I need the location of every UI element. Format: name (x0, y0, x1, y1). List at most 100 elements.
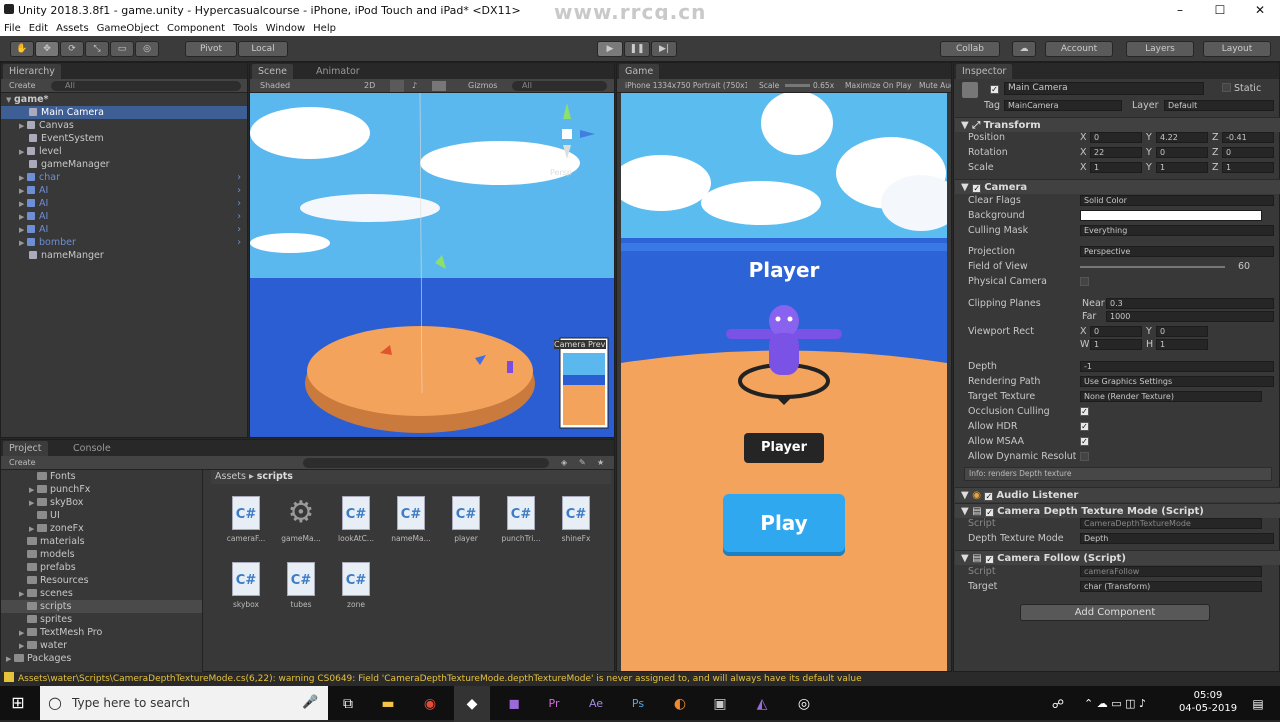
taskbar-clock[interactable]: 05:09 04-05-2019 (1178, 689, 1238, 715)
hierarchy-item-char[interactable]: ▶ char › (1, 171, 247, 184)
viewport-h[interactable]: 1 (1156, 339, 1208, 350)
fov-value[interactable]: 60 (1238, 260, 1250, 273)
asset-item[interactable]: ⚙ gameMa... (276, 496, 326, 544)
tree-item-punchfx[interactable]: ▶ punchFx (1, 483, 202, 496)
projection-dropdown[interactable]: Perspective (1080, 246, 1274, 257)
asset-item[interactable]: C# tubes (276, 562, 326, 609)
hierarchy-item-ai[interactable]: ▶ AI › (1, 210, 247, 223)
rotation-x[interactable]: 22 (1090, 147, 1142, 158)
target-texture-field[interactable]: None (Render Texture) (1080, 391, 1262, 402)
depth-field[interactable]: -1 (1080, 361, 1274, 372)
favorite-icon[interactable]: ★ (597, 456, 604, 470)
filter-label-icon[interactable]: ✎ (579, 456, 586, 470)
scene-root[interactable]: ▼ game* (1, 93, 247, 106)
project-search-input[interactable] (303, 458, 549, 468)
asset-item[interactable]: C# shineFx (551, 496, 601, 543)
asset-item[interactable]: C# skybox (221, 562, 271, 609)
tab-console[interactable]: Console (67, 441, 117, 456)
asset-item[interactable]: C# nameMa... (386, 496, 436, 543)
cloud-icon[interactable]: ☁ (1012, 41, 1036, 57)
asset-item[interactable]: C# player (441, 496, 491, 543)
audio-toggle-icon[interactable]: ♪ (412, 79, 417, 93)
fov-slider[interactable] (1080, 266, 1225, 268)
tree-item-materials[interactable]: materials (1, 535, 202, 548)
near-field[interactable]: 0.3 (1106, 298, 1274, 309)
player-name-label[interactable]: Player (744, 433, 824, 463)
depth-script-enabled-checkbox[interactable]: ✓ (985, 508, 995, 517)
tree-item-zonefx[interactable]: ▶ zoneFx (1, 522, 202, 535)
tree-item-fonts[interactable]: Fonts (1, 470, 202, 483)
physical-camera-checkbox[interactable] (1080, 277, 1089, 286)
tree-item-skybox[interactable]: ▶ skyBox (1, 496, 202, 509)
camera-header[interactable]: ▼ ✓ Camera (955, 179, 1280, 194)
hierarchy-create-button[interactable]: Create (9, 81, 36, 90)
scene-viewport[interactable]: Persp Camera Preview (250, 93, 614, 437)
tree-item-scenes[interactable]: ▶ scenes (1, 587, 202, 600)
scale-y[interactable]: 1 (1156, 162, 1208, 173)
rotation-z[interactable]: 0 (1222, 147, 1274, 158)
chrome-icon[interactable]: ◉ (412, 686, 448, 722)
viewport-x[interactable]: 0 (1090, 326, 1142, 337)
menu-tools[interactable]: Tools (233, 23, 258, 34)
close-button[interactable]: ✕ (1240, 0, 1280, 20)
premiere-icon[interactable]: Pr (536, 686, 572, 722)
rotation-y[interactable]: 0 (1156, 147, 1208, 158)
app-icon[interactable]: ◼ (496, 686, 532, 722)
rotate-tool-icon[interactable]: ⟳ (60, 41, 84, 57)
layers-dropdown[interactable]: Layers (1126, 41, 1194, 57)
msaa-checkbox[interactable]: ✓ (1080, 437, 1089, 446)
position-z[interactable]: -0.41 (1222, 132, 1274, 143)
tree-item-ui[interactable]: UI (1, 509, 202, 522)
layer-dropdown[interactable]: Default (1164, 100, 1274, 111)
follow-target-field[interactable]: char (Transform) (1080, 581, 1262, 592)
audio-listener-header[interactable]: ▼ ◉ ✓ Audio Listener (955, 487, 1280, 502)
tree-item-sprites[interactable]: sprites (1, 613, 202, 626)
dynamic-resolution-checkbox[interactable] (1080, 452, 1089, 461)
filter-type-icon[interactable]: ◈ (561, 456, 567, 470)
audio-enabled-checkbox[interactable]: ✓ (984, 492, 994, 501)
hierarchy-item-eventsystem[interactable]: EventSystem (1, 132, 247, 145)
camera-enabled-checkbox[interactable]: ✓ (972, 184, 982, 193)
microphone-icon[interactable]: 🎤 (302, 686, 318, 720)
file-explorer-icon[interactable]: ▬ (370, 686, 406, 722)
hierarchy-item-gamemanager[interactable]: gameManager (1, 158, 247, 171)
tab-project[interactable]: Project (3, 441, 48, 456)
account-dropdown[interactable]: Account (1045, 41, 1113, 57)
tab-scene[interactable]: Scene (252, 64, 293, 79)
add-component-button[interactable]: Add Component (1020, 604, 1210, 621)
tab-hierarchy[interactable]: Hierarchy (3, 64, 61, 79)
depth-texture-mode-dropdown[interactable]: Depth (1080, 533, 1274, 544)
photoshop-icon[interactable]: Ps (620, 686, 656, 722)
menu-edit[interactable]: Edit (29, 23, 48, 34)
effects-toggle-icon[interactable] (432, 81, 446, 91)
blender-icon[interactable]: ◐ (662, 686, 698, 722)
transform-header[interactable]: ▼ ⤢ Transform (955, 117, 1280, 132)
hierarchy-item-ai[interactable]: ▶ AI › (1, 184, 247, 197)
follow-script-enabled-checkbox[interactable]: ✓ (985, 555, 995, 564)
play-icon[interactable]: ▶ (597, 41, 623, 57)
notification-icon[interactable]: ▤ (1240, 686, 1276, 722)
menu-window[interactable]: Window (266, 23, 305, 34)
hierarchy-item-ai[interactable]: ▶ AI › (1, 197, 247, 210)
scene-search-input[interactable]: All (512, 81, 607, 91)
clear-flags-dropdown[interactable]: Solid Color (1080, 195, 1274, 206)
tree-item-water[interactable]: ▶ water (1, 639, 202, 652)
play-button[interactable]: Play (723, 494, 845, 552)
tab-inspector[interactable]: Inspector (956, 64, 1013, 79)
hierarchy-item-canvas[interactable]: ▶ Canvas (1, 119, 247, 132)
minimize-button[interactable]: – (1160, 0, 1200, 20)
rendering-path-dropdown[interactable]: Use Graphics Settings (1080, 376, 1274, 387)
hdr-checkbox[interactable]: ✓ (1080, 422, 1089, 431)
asset-item[interactable]: C# zone (331, 562, 381, 609)
after-effects-icon[interactable]: Ae (578, 686, 614, 722)
pause-icon[interactable]: ❚❚ (624, 41, 650, 57)
culling-mask-dropdown[interactable]: Everything (1080, 225, 1274, 236)
camera-follow-script-header[interactable]: ▼ ▤ ✓ Camera Follow (Script) (955, 550, 1280, 565)
system-tray-icons[interactable]: ⌃ ☁ ▭ ◫ ♪ (1070, 686, 1160, 722)
app-icon[interactable]: ▣ (702, 686, 738, 722)
scale-slider[interactable] (785, 84, 810, 87)
background-color-field[interactable] (1080, 210, 1262, 221)
game-viewport[interactable]: Player Player Play (621, 93, 947, 671)
scale-tool-icon[interactable]: ⤡ (85, 41, 109, 57)
hierarchy-item-level[interactable]: ▶ level (1, 145, 247, 158)
